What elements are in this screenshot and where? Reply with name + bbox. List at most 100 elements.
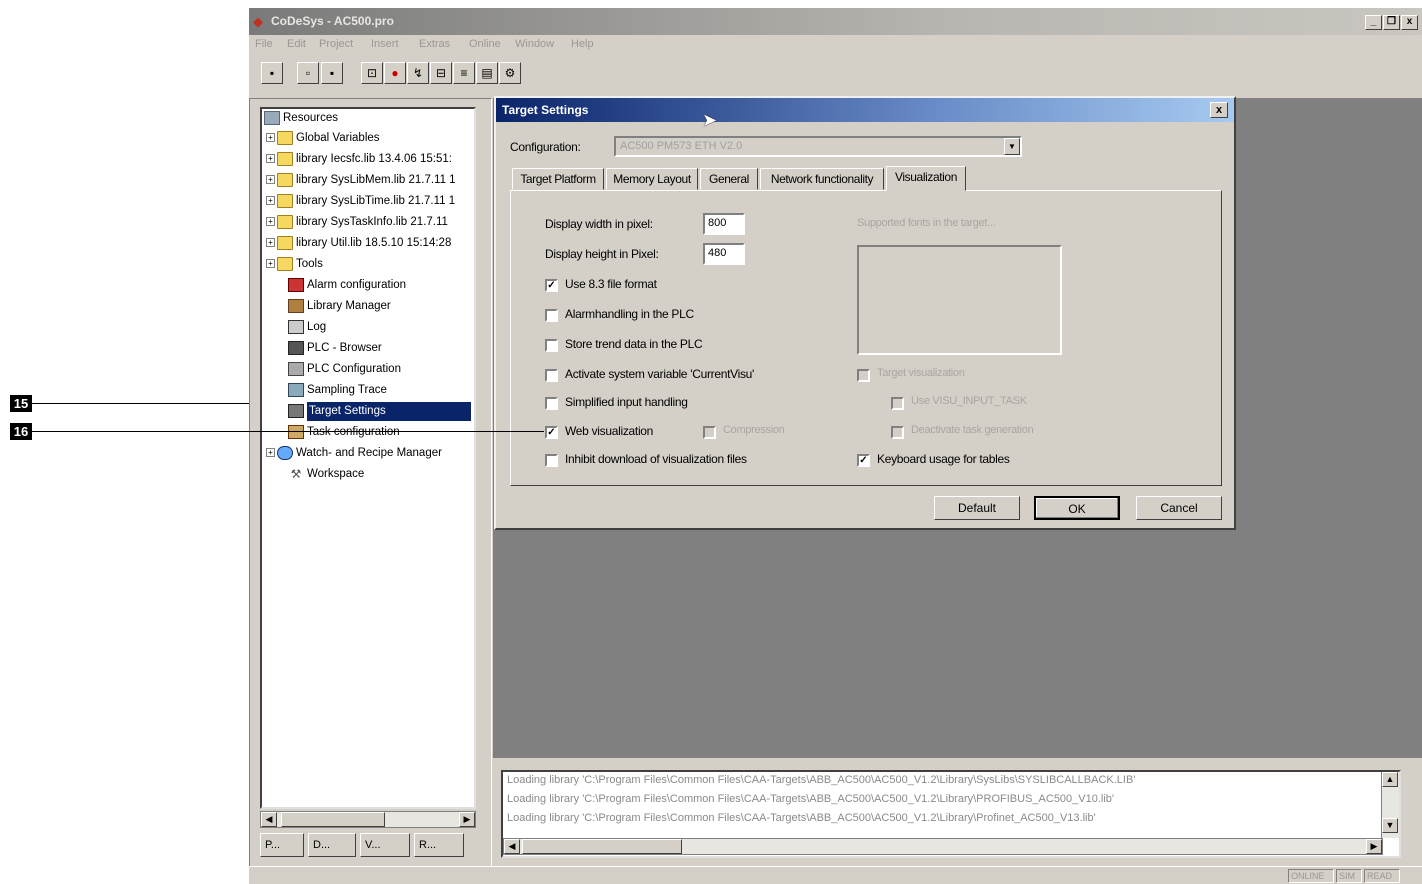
expand-icon[interactable]: + — [266, 217, 275, 227]
display-width-input[interactable]: 800 — [703, 213, 745, 235]
tree-item-task-configuration[interactable]: Task configuration — [288, 423, 400, 442]
step-icon[interactable]: ⊟ — [430, 62, 452, 84]
menu-project[interactable]: Project — [319, 38, 353, 50]
tree-item[interactable]: + library Iecsfc.lib 13.4.06 15:51: — [266, 150, 452, 169]
scroll-thumb[interactable] — [522, 839, 682, 854]
message-line: Loading library 'C:\Program Files\Common… — [507, 812, 1096, 824]
activate-currentvisu-checkbox[interactable] — [545, 369, 558, 382]
inhibit-download-label: Inhibit download of visualization files — [565, 452, 747, 466]
use-8-3-file-format-checkbox[interactable]: ✓ — [545, 279, 558, 292]
message-vertical-scrollbar[interactable]: ▲ ▼ — [1381, 772, 1399, 838]
menu-window[interactable]: Window — [515, 38, 554, 50]
scroll-down-icon[interactable]: ▼ — [1382, 818, 1398, 833]
tab-data-types[interactable]: D... — [308, 833, 356, 857]
dialog-close-button[interactable]: x — [1210, 102, 1228, 118]
tree-horizontal-scrollbar[interactable]: ◀ ▶ — [260, 811, 476, 828]
store-trend-data-checkbox[interactable] — [545, 339, 558, 352]
tab-memory-layout[interactable]: Memory Layout — [606, 168, 698, 190]
status-online: ONLINE — [1288, 869, 1334, 883]
menu-help[interactable]: Help — [571, 38, 594, 50]
tab-visualizations[interactable]: V... — [360, 833, 410, 857]
login-icon[interactable]: ⊡ — [361, 62, 383, 84]
minimize-button[interactable]: _ — [1365, 15, 1382, 30]
expand-icon[interactable]: + — [266, 196, 275, 206]
tab-pous[interactable]: P... — [260, 833, 304, 857]
tree-item-target-settings[interactable]: Target Settings — [288, 402, 471, 421]
tree-item-tools[interactable]: + Tools — [266, 255, 323, 274]
menu-edit[interactable]: Edit — [287, 38, 306, 50]
use-visu-input-task-label: Use VISU_INPUT_TASK — [911, 395, 1027, 407]
scroll-right-icon[interactable]: ▶ — [459, 812, 475, 827]
scroll-thumb[interactable] — [281, 812, 385, 827]
web-visualization-checkbox[interactable]: ✓ — [545, 426, 558, 439]
tree-item-library-manager[interactable]: Library Manager — [288, 297, 391, 316]
close-button[interactable]: x — [1401, 15, 1418, 30]
folder-icon — [277, 193, 293, 208]
target-visualization-label: Target visualization — [877, 367, 965, 379]
run-icon[interactable]: ↯ — [407, 62, 429, 84]
expand-icon[interactable]: + — [266, 133, 275, 143]
tab-target-platform[interactable]: Target Platform — [512, 168, 604, 190]
tree-root-resources[interactable]: Resources — [264, 109, 338, 128]
print-icon[interactable]: ▪ — [321, 62, 343, 84]
resources-icon — [264, 110, 280, 125]
tree-item-sampling-trace[interactable]: Sampling Trace — [288, 381, 387, 400]
object-organizer: Resources + Global Variables + library Iec… — [249, 98, 492, 874]
ok-button[interactable]: OK — [1034, 496, 1120, 520]
menu-extras[interactable]: Extras — [419, 38, 450, 50]
tree-item-plc-browser[interactable]: PLC - Browser — [288, 339, 382, 358]
monitor-icon[interactable]: ▤ — [476, 62, 498, 84]
inhibit-download-checkbox[interactable] — [545, 454, 558, 467]
cancel-button[interactable]: Cancel — [1136, 496, 1222, 520]
callout-16: 16 — [10, 423, 32, 440]
expand-icon[interactable]: + — [266, 154, 275, 164]
tree-item-workspace[interactable]: ⚒ Workspace — [288, 465, 365, 484]
configuration-label: Configuration: — [510, 140, 581, 154]
stop-icon[interactable]: ● — [384, 62, 406, 84]
tab-general[interactable]: General — [700, 168, 758, 190]
menu-insert[interactable]: Insert — [371, 38, 399, 50]
tab-resources[interactable]: R... — [414, 833, 464, 857]
expand-icon[interactable]: + — [266, 238, 275, 248]
tree-item-alarm-configuration[interactable]: Alarm configuration — [288, 276, 406, 295]
scroll-up-icon[interactable]: ▲ — [1382, 772, 1398, 787]
expand-icon[interactable]: + — [266, 448, 275, 458]
menu-online[interactable]: Online — [469, 38, 501, 50]
expand-icon[interactable]: + — [266, 259, 275, 269]
tree-item[interactable]: + library SysLibMem.lib 21.7.11 1 — [266, 171, 456, 190]
supported-fonts-list[interactable] — [857, 245, 1062, 355]
simplified-input-handling-checkbox[interactable] — [545, 397, 558, 410]
keyboard-usage-for-tables-checkbox[interactable]: ✓ — [857, 454, 870, 467]
display-height-label: Display height in Pixel: — [545, 247, 659, 261]
tree-item-watch-recipe-manager[interactable]: + Watch- and Recipe Manager — [266, 444, 442, 463]
default-button[interactable]: Default — [934, 496, 1020, 520]
tree-item[interactable]: + Global Variables — [266, 129, 380, 148]
tree-item-plc-configuration[interactable]: PLC Configuration — [288, 360, 401, 379]
menu-file[interactable]: File — [255, 38, 273, 50]
breakpoint-icon[interactable]: ≡ — [453, 62, 475, 84]
message-horizontal-scrollbar[interactable]: ◀ ▶ — [503, 838, 1383, 855]
workspace-icon: ⚒ — [290, 466, 302, 481]
alarmhandling-checkbox[interactable] — [545, 309, 558, 322]
scroll-left-icon[interactable]: ◀ — [261, 812, 277, 827]
display-height-input[interactable]: 480 — [703, 243, 745, 265]
callout-15: 15 — [10, 395, 32, 412]
config-icon[interactable]: ⚙ — [499, 62, 521, 84]
scroll-right-icon[interactable]: ▶ — [1366, 839, 1382, 854]
scroll-left-icon[interactable]: ◀ — [504, 839, 520, 854]
tree-item[interactable]: + library SysTaskInfo.lib 21.7.11 — [266, 213, 448, 232]
supported-fonts-label: Supported fonts in the target... — [857, 217, 996, 229]
dialog-title-bar[interactable]: Target Settings ➤ x — [496, 98, 1234, 130]
chevron-down-icon[interactable]: ▼ — [1004, 138, 1020, 155]
tab-visualization[interactable]: Visualization — [886, 166, 966, 191]
configuration-select[interactable]: AC500 PM573 ETH V2.0 ▼ — [614, 136, 1022, 157]
tab-network-functionality[interactable]: Network functionality — [760, 168, 884, 190]
restore-button[interactable]: ❐ — [1383, 15, 1400, 30]
save-all-icon[interactable]: ▫ — [297, 62, 319, 84]
expand-icon[interactable]: + — [266, 175, 275, 185]
plc-config-icon — [288, 361, 304, 376]
tree-item[interactable]: + library SysLibTime.lib 21.7.11 1 — [266, 192, 455, 211]
tree-item[interactable]: + library Util.lib 18.5.10 15:14:28 — [266, 234, 451, 253]
save-icon[interactable]: ▪ — [261, 62, 283, 84]
tree-item-log[interactable]: Log — [288, 318, 326, 337]
